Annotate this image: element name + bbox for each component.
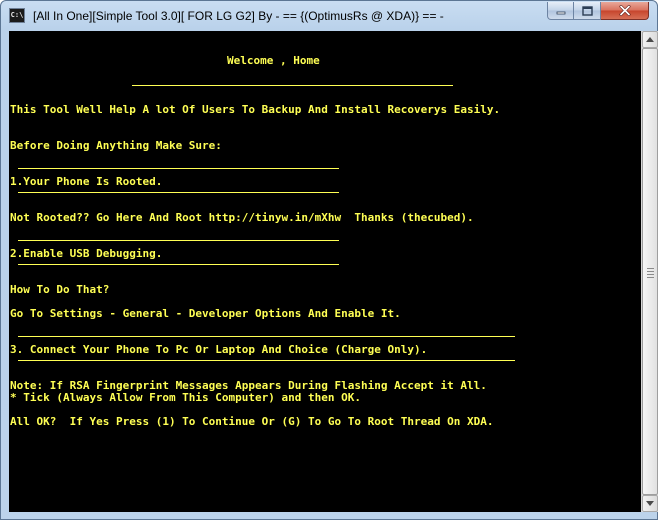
grip-line — [647, 271, 654, 272]
window-title: [All In One][Simple Tool 3.0][ FOR LG G2… — [33, 9, 444, 23]
close-icon — [619, 5, 630, 16]
how-to-line: How To Do That? — [10, 283, 110, 296]
not-rooted-line: Not Rooted?? Go Here And Root http://tin… — [10, 211, 474, 224]
divider — [18, 264, 339, 265]
grip-line — [647, 268, 654, 269]
before-line: Before Doing Anything Make Sure: — [10, 139, 222, 152]
console-output[interactable]: Welcome , Home This Tool Well Help A lot… — [9, 31, 641, 512]
scroll-up-button[interactable] — [642, 31, 658, 48]
title-bar[interactable]: C:\ [All In One][Simple Tool 3.0][ FOR L… — [1, 1, 657, 31]
tick-line: * Tick (Always Allow From This Computer)… — [10, 391, 361, 404]
scroll-down-button[interactable] — [642, 495, 658, 512]
grip-line — [647, 274, 654, 275]
step3-line: 3. Connect Your Phone To Pc Or Laptop An… — [10, 343, 428, 356]
prompt-line: All OK? If Yes Press (1) To Continue Or … — [10, 415, 494, 428]
maximize-icon — [581, 5, 593, 16]
console-icon[interactable]: C:\ — [9, 8, 25, 23]
step1-line: 1.Your Phone Is Rooted. — [10, 175, 163, 188]
arrow-up-icon — [646, 37, 654, 42]
scroll-thumb[interactable] — [642, 48, 658, 495]
divider — [18, 168, 339, 169]
step2-line: 2.Enable USB Debugging. — [10, 247, 163, 260]
divider — [18, 240, 339, 241]
console-window: C:\ [All In One][Simple Tool 3.0][ FOR L… — [0, 0, 658, 520]
settings-line: Go To Settings - General - Developer Opt… — [10, 307, 401, 320]
divider — [18, 336, 515, 337]
intro-line: This Tool Well Help A lot Of Users To Ba… — [10, 103, 501, 116]
arrow-down-icon — [646, 501, 654, 506]
minimize-button[interactable] — [547, 2, 574, 20]
close-button[interactable] — [601, 2, 649, 20]
divider — [18, 360, 515, 361]
maximize-button[interactable] — [574, 2, 601, 20]
window-frame-bottom — [1, 512, 657, 520]
minimize-icon — [556, 11, 565, 14]
grip-line — [647, 277, 654, 278]
vertical-scrollbar[interactable] — [641, 31, 658, 512]
divider — [18, 192, 339, 193]
divider — [132, 85, 453, 86]
welcome-line: Welcome , Home — [227, 54, 320, 67]
